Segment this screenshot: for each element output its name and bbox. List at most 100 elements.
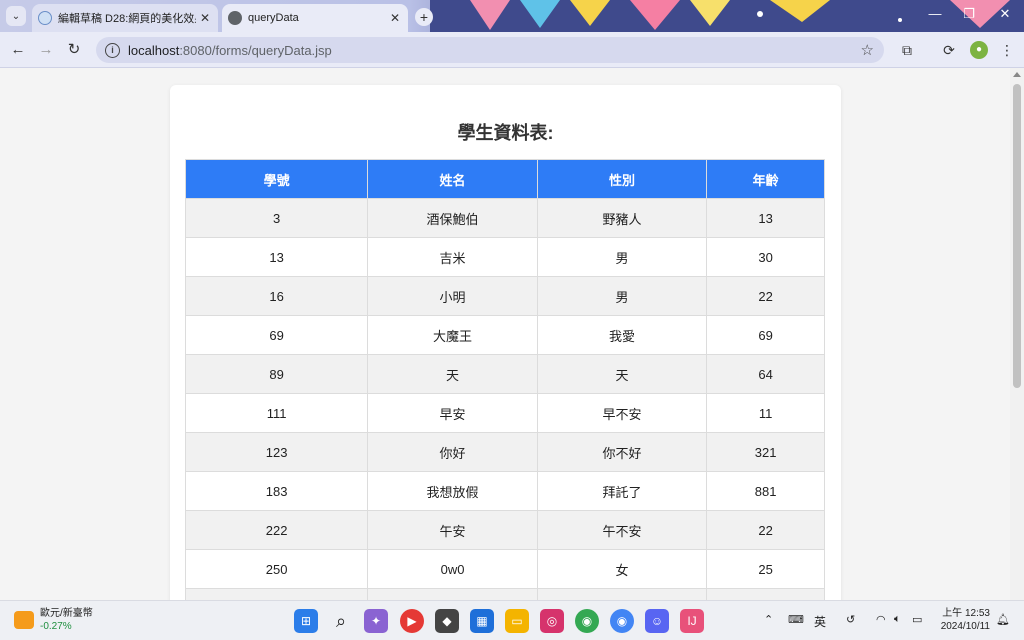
- search-icon[interactable]: ⌕: [329, 609, 353, 633]
- youtube-icon[interactable]: ▶: [400, 609, 424, 633]
- table-cell: 男: [536, 237, 708, 277]
- table-row: 250 0w0 女 25: [184, 549, 825, 589]
- discord-icon[interactable]: ☺: [645, 609, 669, 633]
- table-cell: 123: [184, 432, 369, 472]
- chrome-icon[interactable]: ◉: [575, 609, 599, 633]
- table-cell: 你不好: [536, 432, 708, 472]
- table-cell: 183: [184, 471, 369, 511]
- profile-avatar[interactable]: ●: [970, 41, 988, 59]
- table-cell: 吉米: [367, 237, 538, 277]
- students-table: 學號 姓名 性別 年齡 3 酒保鮑伯 野豬人 13 13 吉米男 30 16 小明男 22 69 大魔…: [184, 159, 825, 600]
- microsoft-store-icon[interactable]: ▦: [470, 609, 494, 633]
- table-cell: 333: [184, 588, 369, 600]
- minimize-button[interactable]: —: [920, 6, 950, 21]
- close-icon[interactable]: ✕: [386, 11, 404, 25]
- table-cell: 午安: [367, 510, 538, 550]
- table-cell: 野豬人: [536, 198, 708, 238]
- browser-toolbar: ← → ↻ i localhost:8080/forms/queryData.j…: [0, 32, 1024, 68]
- back-button[interactable]: ←: [8, 40, 28, 60]
- table-row: 222 午安 午不安 22: [184, 510, 825, 550]
- table-cell: 大魔王: [367, 315, 538, 355]
- copilot-icon[interactable]: ✦: [364, 609, 388, 633]
- table-row: 111 早安 早不安 11: [184, 393, 825, 433]
- intellij-icon[interactable]: IJ: [680, 609, 704, 633]
- table-cell: 22: [706, 276, 825, 316]
- extension-icon[interactable]: ⟳: [940, 41, 958, 59]
- table-cell: 30: [706, 237, 825, 277]
- tab-blog-draft[interactable]: 編輯草稿 D28:網頁的美化效果 ✕: [32, 4, 218, 32]
- table-cell: 你好: [367, 432, 538, 472]
- chrome-active-icon[interactable]: ◉: [610, 609, 634, 633]
- table-cell: 881: [706, 471, 825, 511]
- close-window-button[interactable]: ✕: [990, 6, 1020, 22]
- date-text: 2024/10/11: [940, 621, 990, 632]
- app-cube-icon[interactable]: ◆: [435, 609, 459, 633]
- start-windows-icon[interactable]: ⊞: [294, 609, 318, 633]
- restore-button[interactable]: ❐: [954, 6, 984, 22]
- table-cell: 321: [706, 432, 825, 472]
- column-header: 性別: [536, 159, 708, 199]
- close-icon[interactable]: ✕: [196, 11, 214, 25]
- table-cell: 250: [184, 549, 369, 589]
- wifi-icon[interactable]: ◠: [876, 613, 886, 626]
- column-header: 年齡: [706, 159, 825, 199]
- file-explorer-icon[interactable]: ▭: [505, 609, 529, 633]
- scrollbar-thumb[interactable]: [1013, 84, 1021, 388]
- table-cell: 酒保鮑伯: [367, 198, 538, 238]
- widget-title: 歐元/新臺幣: [40, 608, 93, 619]
- table-cell: 69: [184, 315, 369, 355]
- table-cell: 午不安: [536, 510, 708, 550]
- tab-search-button[interactable]: ⌄: [6, 6, 26, 26]
- volume-icon[interactable]: 🔈︎: [894, 613, 901, 626]
- scroll-up-arrow-icon[interactable]: [1013, 72, 1021, 77]
- column-header: 學號: [184, 159, 369, 199]
- table-cell: 13: [184, 237, 369, 277]
- undo-icon[interactable]: ↺: [846, 613, 855, 626]
- new-tab-button[interactable]: +: [415, 8, 433, 26]
- table-cell: 111: [184, 393, 369, 433]
- table-cell: 晚安: [367, 588, 538, 600]
- blog-favicon-icon: [38, 11, 52, 25]
- chevron-up-icon[interactable]: ⌃: [764, 613, 773, 626]
- column-header: 姓名: [367, 159, 538, 199]
- instagram-icon[interactable]: ◎: [540, 609, 564, 633]
- notification-bell-icon[interactable]: 🔔︎: [996, 613, 1010, 626]
- keyboard-icon[interactable]: ⌨: [788, 613, 804, 626]
- menu-kebab-icon[interactable]: ⋮: [998, 41, 1016, 59]
- site-info-icon[interactable]: i: [105, 42, 120, 58]
- reload-button[interactable]: ↻: [64, 40, 84, 60]
- table-row: 13 吉米男 30: [184, 237, 825, 277]
- content-card: 學生資料表: 學號 姓名 性別 年齡 3 酒保鮑伯 野豬人 13 13 吉米男 30 16 小明…: [170, 85, 841, 600]
- table-cell: 女: [536, 549, 708, 589]
- table-cell: 222: [184, 510, 369, 550]
- ime-indicator[interactable]: 英: [814, 613, 826, 630]
- table-cell: 33: [706, 588, 825, 600]
- page-viewport: 學生資料表: 學號 姓名 性別 年齡 3 酒保鮑伯 野豬人 13 13 吉米男 30 16 小明…: [0, 68, 1010, 600]
- table-cell: 22: [706, 510, 825, 550]
- table-cell: 我想放假: [367, 471, 538, 511]
- page-title: 學生資料表:: [457, 123, 554, 143]
- table-cell: 晚不安: [536, 588, 708, 600]
- battery-icon[interactable]: ▭: [912, 613, 922, 626]
- table-cell: 69: [706, 315, 825, 355]
- clock[interactable]: 上午 12:53 2024/10/11: [934, 607, 990, 633]
- bookmark-star-icon[interactable]: ☆: [861, 41, 874, 59]
- tab-querydata[interactable]: queryData ✕: [222, 4, 408, 32]
- table-row: 123 你好 你不好 321: [184, 432, 825, 472]
- vertical-scrollbar[interactable]: [1010, 68, 1024, 600]
- currency-widget-icon[interactable]: [14, 611, 34, 629]
- table-cell: 89: [184, 354, 369, 394]
- table-cell: 早不安: [536, 393, 708, 433]
- currency-widget[interactable]: 歐元/新臺幣 -0.27%: [40, 607, 93, 633]
- table-header-row: 學號 姓名 性別 年齡: [184, 159, 825, 199]
- table-cell: 25: [706, 549, 825, 589]
- forward-button[interactable]: →: [36, 40, 56, 60]
- extensions-icon[interactable]: ⧉: [898, 41, 916, 59]
- table-cell: 早安: [367, 393, 538, 433]
- address-bar[interactable]: i localhost:8080/forms/queryData.jsp ☆: [96, 37, 884, 63]
- table-cell: 天: [536, 354, 708, 394]
- table-row: 3 酒保鮑伯 野豬人 13: [184, 198, 825, 238]
- globe-icon: [228, 11, 242, 25]
- url-text: localhost:8080/forms/queryData.jsp: [128, 42, 332, 58]
- browser-titlebar: ⌄ 編輯草稿 D28:網頁的美化效果 ✕ queryData ✕ + — ❐ ✕: [0, 0, 1024, 32]
